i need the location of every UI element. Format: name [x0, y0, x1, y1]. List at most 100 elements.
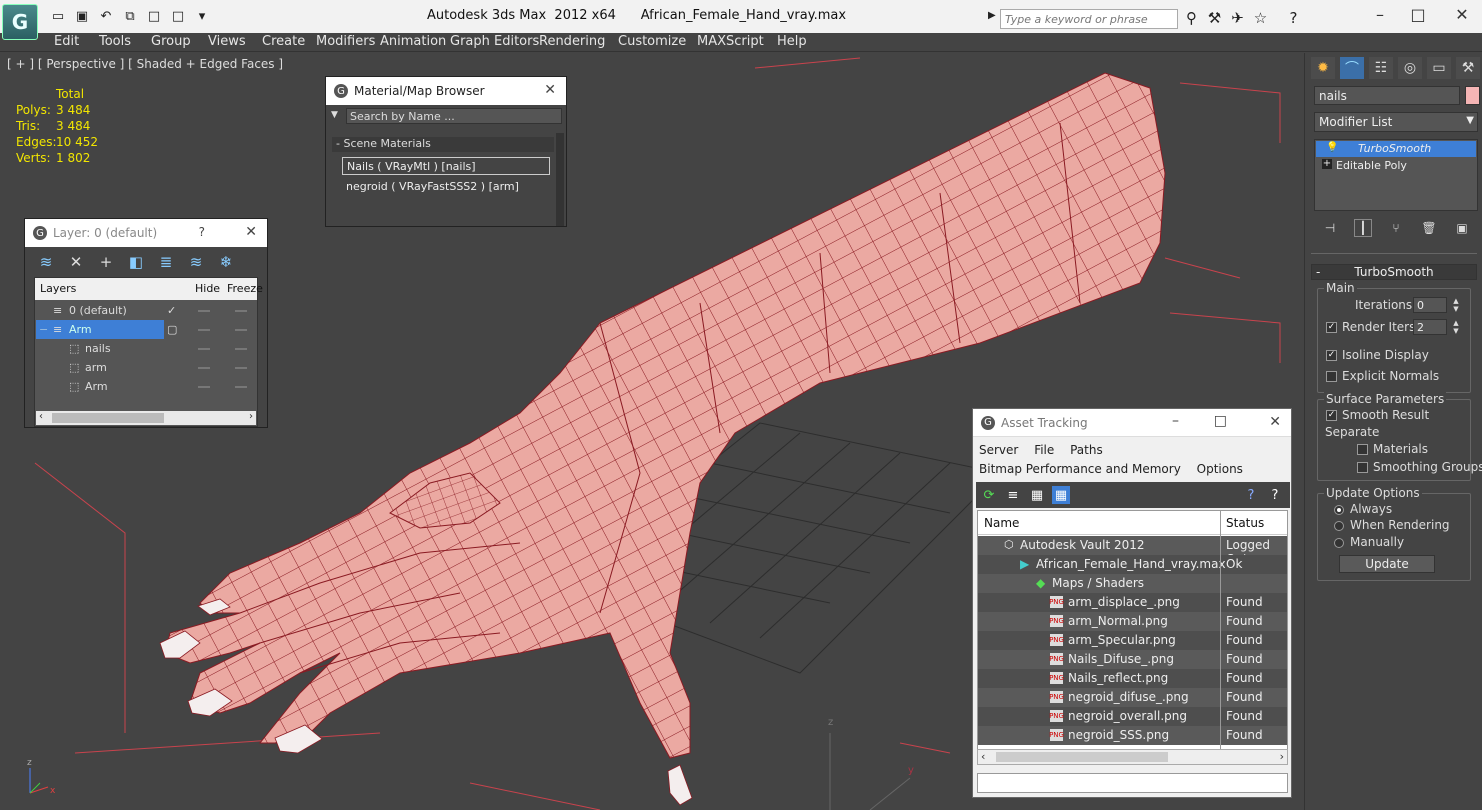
- asset-row-file[interactable]: PNG Nails_reflect.png Found: [978, 669, 1287, 688]
- object-color-swatch[interactable]: [1465, 86, 1480, 105]
- minimize-icon[interactable]: –: [1370, 5, 1390, 25]
- turbosmooth-rollout-header[interactable]: - TurboSmooth: [1311, 264, 1477, 280]
- search-input[interactable]: Type a keyword or phrase: [1000, 9, 1178, 29]
- viewport-label[interactable]: [ + ] [ Perspective ] [ Shaded + Edged F…: [7, 57, 283, 71]
- options-dropdown-icon[interactable]: ▼: [331, 110, 338, 120]
- menu-edit[interactable]: Edit: [54, 34, 79, 49]
- create-layer-icon[interactable]: ≋: [35, 252, 57, 272]
- thumbnail-view-icon[interactable]: ▦: [1028, 486, 1046, 504]
- update-when-rendering-radio[interactable]: [1334, 521, 1344, 531]
- menu-group[interactable]: Group: [151, 34, 191, 49]
- app-menu-button[interactable]: G: [2, 4, 38, 40]
- expand-icon[interactable]: −: [39, 323, 48, 336]
- render-iters-checkbox[interactable]: ✓: [1326, 322, 1337, 333]
- help-button[interactable]: ?: [199, 225, 205, 239]
- project-icon[interactable]: □: [168, 7, 188, 25]
- smooth-result-checkbox[interactable]: ✓: [1326, 410, 1337, 421]
- close-icon[interactable]: ✕: [1269, 414, 1281, 430]
- maximize-icon[interactable]: □: [1408, 5, 1428, 25]
- object-row[interactable]: ⬚ Arm: [35, 377, 257, 396]
- close-icon[interactable]: ✕: [1452, 5, 1472, 25]
- asset-tracking-titlebar[interactable]: G Asset Tracking – □ ✕: [973, 409, 1291, 437]
- maximize-icon[interactable]: □: [1214, 413, 1227, 429]
- wrench-icon[interactable]: ⚒: [1205, 8, 1224, 27]
- asset-row-file[interactable]: PNG arm_Normal.png Found: [978, 612, 1287, 631]
- freeze-all-icon[interactable]: ❄: [215, 252, 237, 272]
- menu-options[interactable]: Options: [1197, 462, 1243, 476]
- layer-horizontal-scrollbar[interactable]: ‹ ›: [36, 411, 256, 425]
- column-name[interactable]: Name: [984, 516, 1019, 530]
- modifier-list-dropdown[interactable]: Modifier List ▼: [1314, 112, 1478, 132]
- layer-window-titlebar[interactable]: G Layer: 0 (default) ? ✕: [25, 219, 267, 247]
- close-icon[interactable]: ✕: [245, 224, 257, 240]
- menu-server[interactable]: Server: [979, 443, 1018, 457]
- menu-help[interactable]: Help: [777, 34, 807, 49]
- create-tab-icon[interactable]: ✹: [1311, 57, 1335, 79]
- menu-file[interactable]: File: [1034, 443, 1054, 457]
- menu-animation[interactable]: Animation: [380, 34, 446, 49]
- dropdown-icon[interactable]: ▾: [192, 7, 212, 25]
- object-name-field[interactable]: nails: [1314, 86, 1460, 105]
- render-iters-spinner[interactable]: 2: [1413, 319, 1447, 335]
- context-help-icon[interactable]: ?: [1266, 486, 1284, 504]
- column-status[interactable]: Status: [1226, 516, 1264, 530]
- undo-icon[interactable]: ↶: [96, 7, 116, 25]
- asset-row-file[interactable]: PNG arm_displace_.png Found: [978, 593, 1287, 612]
- asset-row-vault[interactable]: ⬡ Autodesk Vault 2012 Logged Out: [978, 536, 1287, 566]
- stack-item-turbosmooth[interactable]: 💡 TurboSmooth: [1316, 141, 1476, 157]
- menu-maxscript[interactable]: MAXScript: [697, 34, 764, 49]
- layer-row[interactable]: ≡ 0 (default) ✓: [35, 301, 257, 320]
- current-layer-icon[interactable]: ▢: [167, 323, 177, 336]
- help-icon[interactable]: ?: [1242, 486, 1260, 504]
- scroll-left-icon[interactable]: ‹: [39, 411, 43, 422]
- subscription-icon[interactable]: ✈: [1228, 8, 1247, 27]
- column-freeze[interactable]: Freeze: [227, 282, 263, 295]
- configure-sets-icon[interactable]: ▣: [1453, 219, 1471, 237]
- table-view-icon[interactable]: ▦: [1052, 486, 1070, 504]
- scroll-right-icon[interactable]: ›: [1280, 750, 1284, 763]
- menu-bitmap-performance[interactable]: Bitmap Performance and Memory: [979, 462, 1181, 476]
- column-layers[interactable]: Layers: [40, 282, 76, 295]
- motion-tab-icon[interactable]: ◎: [1398, 57, 1422, 79]
- material-browser-titlebar[interactable]: G Material/Map Browser ✕: [326, 77, 566, 105]
- asset-row-scene-file[interactable]: ▶ African_Female_Hand_vray.max Ok: [978, 555, 1287, 574]
- material-item-negroid[interactable]: negroid ( VRayFastSSS2 ) [arm]: [342, 178, 550, 196]
- column-divider[interactable]: [1220, 511, 1221, 764]
- menu-modifiers[interactable]: Modifiers: [316, 34, 375, 49]
- material-item-nails[interactable]: Nails ( VRayMtl ) [nails]: [342, 157, 550, 175]
- scene-materials-group[interactable]: - Scene Materials: [332, 137, 554, 152]
- asset-row-file[interactable]: PNG negroid_difuse_.png Found: [978, 688, 1287, 707]
- hold-icon[interactable]: ⧉: [120, 7, 140, 25]
- isoline-display-checkbox[interactable]: ✓: [1326, 350, 1337, 361]
- star-icon[interactable]: ☆: [1251, 8, 1270, 27]
- save-icon[interactable]: ▣: [72, 7, 92, 25]
- help-icon[interactable]: ?: [1284, 8, 1303, 27]
- menu-create[interactable]: Create: [262, 34, 305, 49]
- menu-customize[interactable]: Customize: [618, 34, 686, 49]
- separate-materials-checkbox[interactable]: [1357, 444, 1368, 455]
- scroll-thumb[interactable]: [996, 752, 1168, 762]
- open-icon[interactable]: ▭: [48, 7, 68, 25]
- menu-rendering[interactable]: Rendering: [539, 34, 605, 49]
- scroll-thumb[interactable]: [52, 413, 164, 423]
- new-icon[interactable]: □: [144, 7, 164, 25]
- menu-graph-editors[interactable]: Graph Editors: [450, 34, 539, 49]
- add-to-layer-icon[interactable]: +: [95, 252, 117, 272]
- object-row[interactable]: ⬚ arm: [35, 358, 257, 377]
- object-row[interactable]: ⬚ nails: [35, 339, 257, 358]
- column-hide[interactable]: Hide: [195, 282, 220, 295]
- material-search-input[interactable]: Search by Name ...: [346, 108, 562, 124]
- minimize-icon[interactable]: –: [1172, 413, 1179, 429]
- scroll-right-icon[interactable]: ›: [249, 411, 253, 422]
- expand-icon[interactable]: +: [1322, 159, 1332, 169]
- close-icon[interactable]: ✕: [544, 82, 556, 98]
- binoculars-icon[interactable]: ⚲: [1182, 8, 1201, 27]
- layer-row-selected[interactable]: − ≡ Arm ▢: [35, 320, 257, 339]
- lightbulb-icon[interactable]: 💡: [1326, 142, 1338, 153]
- display-tab-icon[interactable]: ▭: [1427, 57, 1451, 79]
- refresh-icon[interactable]: ⟳: [980, 486, 998, 504]
- delete-layer-icon[interactable]: ✕: [65, 252, 87, 272]
- list-view-icon[interactable]: ≡: [1004, 486, 1022, 504]
- make-unique-icon[interactable]: ⑂: [1387, 219, 1405, 237]
- stack-item-editable-poly[interactable]: + Editable Poly: [1316, 158, 1476, 174]
